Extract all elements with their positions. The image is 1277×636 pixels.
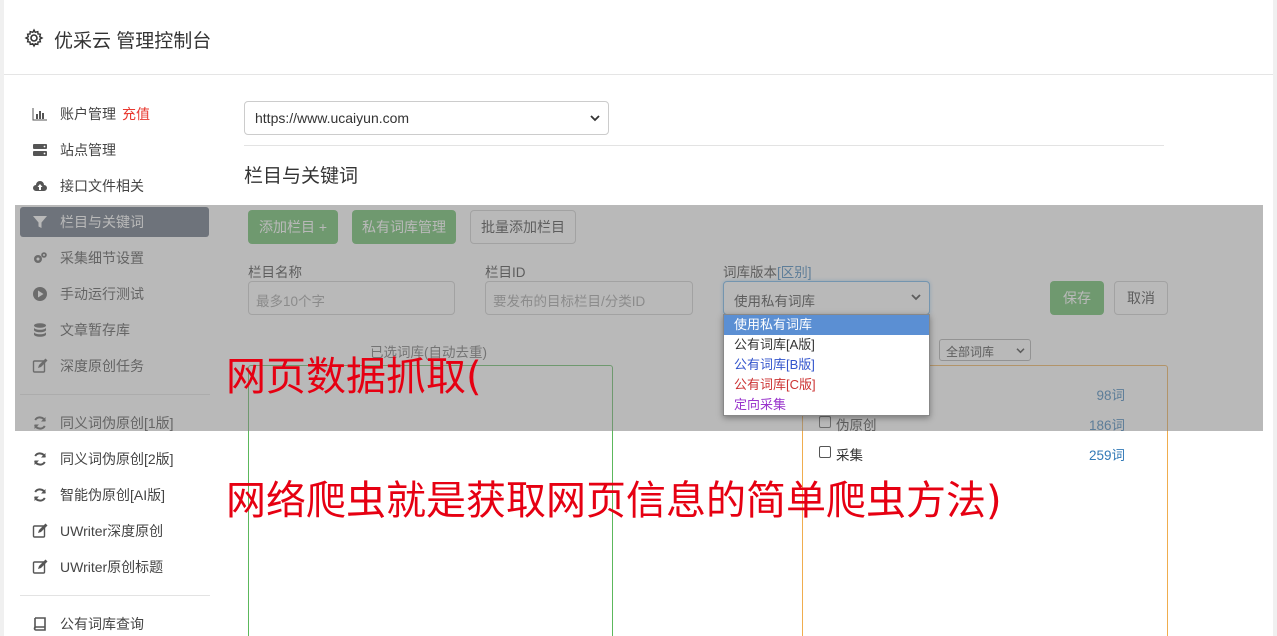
bar-chart-icon (32, 108, 47, 121)
site-select[interactable]: https://www.ucaiyun.com (244, 101, 609, 135)
sidebar-item-uwriter-deep[interactable]: UWriter深度原创 (20, 516, 209, 546)
sidebar-item-article-store[interactable]: 文章暂存库 (20, 315, 209, 345)
sidebar-item-sites[interactable]: 站点管理 (20, 135, 209, 165)
sidebar-item-label: UWriter深度原创 (60, 523, 164, 539)
lib-count: 98词 (1096, 388, 1125, 403)
divider (244, 145, 1164, 146)
save-button[interactable]: 保存 (1050, 281, 1104, 315)
sidebar-item-collect-settings[interactable]: 采集细节设置 (20, 243, 209, 273)
watermark-line-2: 网络爬虫就是获取网页信息的简单爬虫方法) (226, 478, 1002, 524)
sidebar-item-columns[interactable]: 栏目与关键词 (20, 207, 209, 237)
sidebar-item-synonym-2[interactable]: 同义词伪原创[2版] (20, 444, 209, 474)
sidebar-item-label: 采集细节设置 (60, 250, 144, 266)
sidebar-item-label: 文章暂存库 (60, 322, 130, 338)
batch-add-button[interactable]: 批量添加栏目 (470, 210, 576, 244)
column-id-label: 栏目ID (485, 265, 526, 280)
watermark-line-1: 网页数据抓取( (226, 354, 482, 400)
chevron-down-icon (590, 115, 600, 122)
sidebar-item-label: 深度原创任务 (60, 358, 144, 374)
filter-icon (33, 216, 47, 228)
sidebar-item-label: 站点管理 (60, 142, 116, 158)
refresh-icon (34, 452, 46, 466)
edit-icon (32, 559, 48, 574)
sidebar-item-uwriter-title[interactable]: UWriter原创标题 (20, 552, 209, 582)
column-name-input[interactable]: 最多10个字 (248, 281, 455, 315)
chevron-down-icon (1016, 348, 1025, 354)
lib-option-b[interactable]: 公有词库[B版] (724, 355, 929, 375)
lib-diff-link[interactable]: [区别] (777, 265, 812, 280)
console-title: 优采云 管理控制台 (54, 31, 212, 52)
sidebar-item-manual-run[interactable]: 手动运行测试 (20, 279, 209, 309)
lib-version-dropdown[interactable]: 使用私有词库 公有词库[A版] 公有词库[B版] 公有词库[C版] 定向采集 (723, 314, 930, 416)
edit-icon (32, 523, 48, 538)
server-icon (33, 144, 47, 156)
lib-option-c[interactable]: 公有词库[C版] (724, 375, 929, 395)
sidebar-item-deep-original[interactable]: 深度原创任务 (20, 351, 209, 381)
cogs-icon (34, 252, 47, 263)
database-icon (34, 323, 46, 337)
sidebar-item-label: 接口文件相关 (60, 178, 144, 194)
lib-version-select[interactable]: 使用私有词库 (723, 281, 930, 315)
sidebar-item-public-lib[interactable]: 公有词库查询 (20, 609, 209, 636)
refresh-icon (34, 416, 46, 430)
book-icon (33, 617, 46, 631)
sidebar-divider (20, 595, 210, 596)
sidebar-item-interface[interactable]: 接口文件相关 (20, 171, 209, 201)
lib-version-value: 使用私有词库 (734, 294, 815, 309)
lib-option-private[interactable]: 使用私有词库 (724, 315, 929, 335)
section-title: 栏目与关键词 (244, 166, 359, 187)
lib-row[interactable]: 采集 259词 (803, 443, 1143, 463)
sidebar-item-label: 智能伪原创[AI版] (60, 487, 166, 503)
site-select-value: https://www.ucaiyun.com (255, 110, 410, 126)
sidebar-divider (20, 394, 210, 395)
lib-row[interactable]: 伪原创 186词 (803, 413, 1143, 433)
sidebar-item-label: UWriter原创标题 (60, 559, 164, 575)
sidebar-item-label: 栏目与关键词 (60, 214, 144, 230)
sidebar-item-label: 同义词伪原创[1版] (60, 415, 174, 431)
lib-filter-value: 全部词库 (946, 345, 995, 359)
chevron-down-icon (911, 294, 921, 301)
sidebar-item-ai-original[interactable]: 智能伪原创[AI版] (20, 480, 209, 510)
play-icon (33, 287, 47, 301)
column-id-input[interactable]: 要发布的目标栏目/分类ID (485, 281, 693, 315)
sidebar-item-label: 手动运行测试 (60, 286, 144, 302)
lib-checkbox[interactable] (819, 446, 831, 458)
gear-icon (24, 28, 44, 48)
lib-option-a[interactable]: 公有词库[A版] (724, 335, 929, 355)
lib-name: 伪原创 (836, 418, 877, 433)
cancel-button[interactable]: 取消 (1114, 281, 1168, 315)
column-name-label: 栏目名称 (248, 265, 302, 280)
lib-option-directed[interactable]: 定向采集 (724, 395, 929, 415)
lib-filter-select[interactable]: 全部词库 (939, 339, 1031, 361)
lib-checkbox[interactable] (819, 416, 831, 428)
lib-version-label: 词库版本[区别] (723, 261, 812, 281)
sidebar-item-label: 账户管理 (60, 106, 116, 122)
sidebar-item-account[interactable]: 账户管理 充值 (20, 99, 209, 129)
lib-count: 259词 (1088, 448, 1125, 463)
refresh-icon (34, 488, 46, 502)
edit-icon (32, 358, 48, 373)
sidebar-item-label: 公有词库查询 (60, 616, 144, 632)
private-lib-button[interactable]: 私有词库管理 (352, 210, 456, 244)
cloud-upload-icon (33, 181, 47, 191)
lib-version-text: 词库版本 (723, 265, 777, 280)
lib-name: 采集 (836, 448, 863, 463)
header: 优采云 管理控制台 (4, 4, 1273, 75)
sidebar-item-synonym-1[interactable]: 同义词伪原创[1版] (20, 408, 209, 438)
add-column-button[interactable]: 添加栏目 + (248, 210, 338, 244)
recharge-link[interactable]: 充值 (122, 104, 150, 124)
sidebar-item-label: 同义词伪原创[2版] (60, 451, 174, 467)
lib-count: 186词 (1088, 418, 1125, 433)
